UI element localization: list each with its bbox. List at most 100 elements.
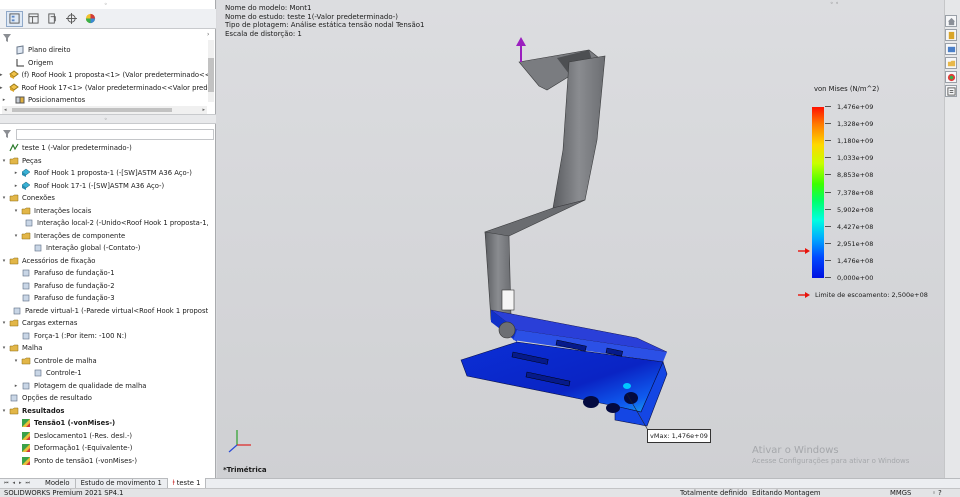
study-tree-item[interactable]: Ponto de tensão1 (-vonMises-) [0,455,208,468]
study-tree-item[interactable]: ▾ Controle de malha [0,355,208,368]
item-icon [32,368,43,378]
expand-arrow-icon[interactable]: ▾ [12,233,20,239]
study-tree-item[interactable]: ▾ Malha [0,342,208,355]
design-library-icon[interactable] [945,43,957,55]
study-tab-icon: ⱡ [172,479,175,487]
appearances-icon[interactable] [945,71,957,83]
splitter-grip-icon: ◦ [104,116,108,123]
study-tree-item[interactable]: Interação global (-Contato-) [0,242,208,255]
plane-icon [14,45,25,55]
study-tree-item[interactable]: Parafuso de fundação-1 [0,267,208,280]
study-tree-label: Parede virtual-1 (-Parede virtual<Roof H… [25,306,208,315]
folder-icon [8,256,19,266]
expand-arrow-icon[interactable]: ▾ [0,158,8,164]
feature-tree-hscrollbar[interactable]: ◂ ▸ [2,106,207,114]
roof-hook-model[interactable] [217,0,944,478]
status-options-icon[interactable]: ◦ ? [932,489,942,497]
propertymanager-tab[interactable] [25,11,42,27]
study-tree-item[interactable]: ▾ Conexões [0,192,208,205]
expand-arrow-icon[interactable]: ▾ [0,195,8,201]
document-tabs: ⏮ ◂ ▸ ⏭ Modelo Estudo de movimento 1 ⱡ te… [0,478,960,488]
study-tree-item[interactable]: ▾ Acessórios de fixação [0,255,208,268]
folder-icon [20,206,31,216]
expand-arrow-icon[interactable]: ▾ [0,408,8,414]
study-tree-label: Malha [22,344,43,353]
study-tree-item[interactable]: Parede virtual-1 (-Parede virtual<Roof H… [0,305,208,318]
expand-arrow-icon[interactable]: ▾ [0,258,8,264]
tab-model[interactable]: Modelo [40,478,76,488]
yield-marker-arrow-icon [798,248,810,254]
panel-splitter[interactable]: ◦ [0,114,216,124]
study-tree-item[interactable]: Deformação1 (-Equivalente-) [0,442,208,455]
configurationmanager-tab[interactable] [44,11,61,27]
study-tree-item[interactable]: ▾ Cargas externas [0,317,208,330]
tab-motion-study[interactable]: Estudo de movimento 1 [76,478,168,488]
expand-arrow-icon[interactable]: ▸ [0,72,3,78]
expand-arrow-icon[interactable]: ▾ [0,345,8,351]
tree-item-origin[interactable]: Origem [0,57,208,70]
yield-legend-arrow-icon [798,292,810,298]
tab-prev-icon[interactable]: ◂ [13,480,16,486]
study-tree-item[interactable]: ▾ Resultados [0,405,208,418]
yield-strength-label: Limite de escoamento: 2,500e+08 [815,291,928,299]
expand-arrow-icon[interactable]: ▾ [12,358,20,364]
study-tree-label: Plotagem de qualidade de malha [34,381,147,390]
expand-arrow-icon[interactable]: ▸ [12,183,20,189]
simulation-study-tree: teste 1 (-Valor predeterminado-) ▾ Peças ▸ R… [0,142,208,476]
configurationmanager-icon [48,13,56,24]
dimxpert-tab[interactable] [63,11,80,27]
study-tree-item[interactable]: Interação local-2 (-Unido<Roof Hook 1 pr… [0,217,208,230]
filter-icon[interactable] [2,33,12,43]
part-icon [8,70,19,80]
tree-item-part-2[interactable]: ▸ Roof Hook 17<1> (Valor predeterminado<… [0,82,208,95]
tree-item-plane[interactable]: Plano direito [0,44,208,57]
tree-item-part-1[interactable]: ▸ (f) Roof Hook 1 proposta<1> (Valor pre… [0,69,208,82]
study-tree-item[interactable]: Força-1 (:Por item: -100 N:) [0,330,208,343]
legend-tick-label: 4,427e+08 [824,222,874,231]
panel-grip-icon[interactable]: ◦ [104,1,108,8]
study-tree-item[interactable]: ▾ Peças [0,155,208,168]
study-tree-item[interactable]: Controle-1 [0,367,208,380]
expand-arrow-icon[interactable]: ▸ [0,85,3,91]
tab-first-icon[interactable]: ⏮ [4,480,9,486]
tab-last-icon[interactable]: ⏭ [26,480,31,486]
max-value-callout[interactable]: vMax: 1,476e+09 [647,429,711,443]
study-tree-item[interactable]: Deslocamento1 (-Res. desl.-) [0,430,208,443]
graphics-area[interactable]: Nome do modelo: Mont1 Nome do estudo: te… [217,0,944,478]
expand-arrow-icon[interactable]: ▾ [0,320,8,326]
expand-arrow-icon[interactable]: ▸ [0,97,8,103]
result-icon [20,443,31,453]
unit-system[interactable]: MMGS [890,489,911,497]
displaymanager-tab[interactable] [82,11,99,27]
home-icon[interactable] [945,15,957,27]
expand-arrow-icon[interactable]: ▾ [12,208,20,214]
filter-icon[interactable] [2,129,12,139]
study-tree-item[interactable]: teste 1 (-Valor predeterminado-) [0,142,208,155]
study-tree-item[interactable]: ▸ Roof Hook 1 proposta-1 (-[SW]ASTM A36 A… [0,167,208,180]
tree-item-label: Plano direito [28,46,71,55]
study-tree-item[interactable]: Opções de resultado [0,392,208,405]
study-tree-label: Deslocamento1 (-Res. desl.-) [34,431,133,440]
tree-item-mates[interactable]: ▸ Posicionamentos [0,94,208,106]
filter-input[interactable] [16,128,214,140]
expand-arrow-icon[interactable]: ▸ [12,170,20,176]
legend-tick-label: 7,378e+08 [824,188,874,197]
featuremanager-tab[interactable] [6,10,23,27]
study-tree-label: Controle-1 [46,369,82,378]
resources-icon[interactable] [945,29,957,41]
custom-properties-icon[interactable] [945,85,957,97]
study-tree-item[interactable]: Parafuso de fundação-3 [0,292,208,305]
study-tree-item[interactable]: Tensão1 (-vonMises-) [0,417,208,430]
feature-tree-scrollbar[interactable] [208,40,214,102]
feature-filter [2,32,214,44]
tab-study[interactable]: ⱡ teste 1 [167,478,207,488]
study-tree-item[interactable]: ▾ Interações locais [0,205,208,218]
study-tree-item[interactable]: ▾ Interações de componente [0,230,208,243]
study-tree-item[interactable]: Parafuso de fundação-2 [0,280,208,293]
study-tree-item[interactable]: ▸ Plotagem de qualidade de malha [0,380,208,393]
tab-next-icon[interactable]: ▸ [19,480,22,486]
expand-arrow-icon[interactable]: ▸ [12,383,20,389]
file-explorer-icon[interactable] [945,57,957,69]
study-tree-item[interactable]: ▸ Roof Hook 17-1 (-[SW]ASTM A36 Aço-) [0,180,208,193]
study-tree-label: Peças [22,156,42,165]
